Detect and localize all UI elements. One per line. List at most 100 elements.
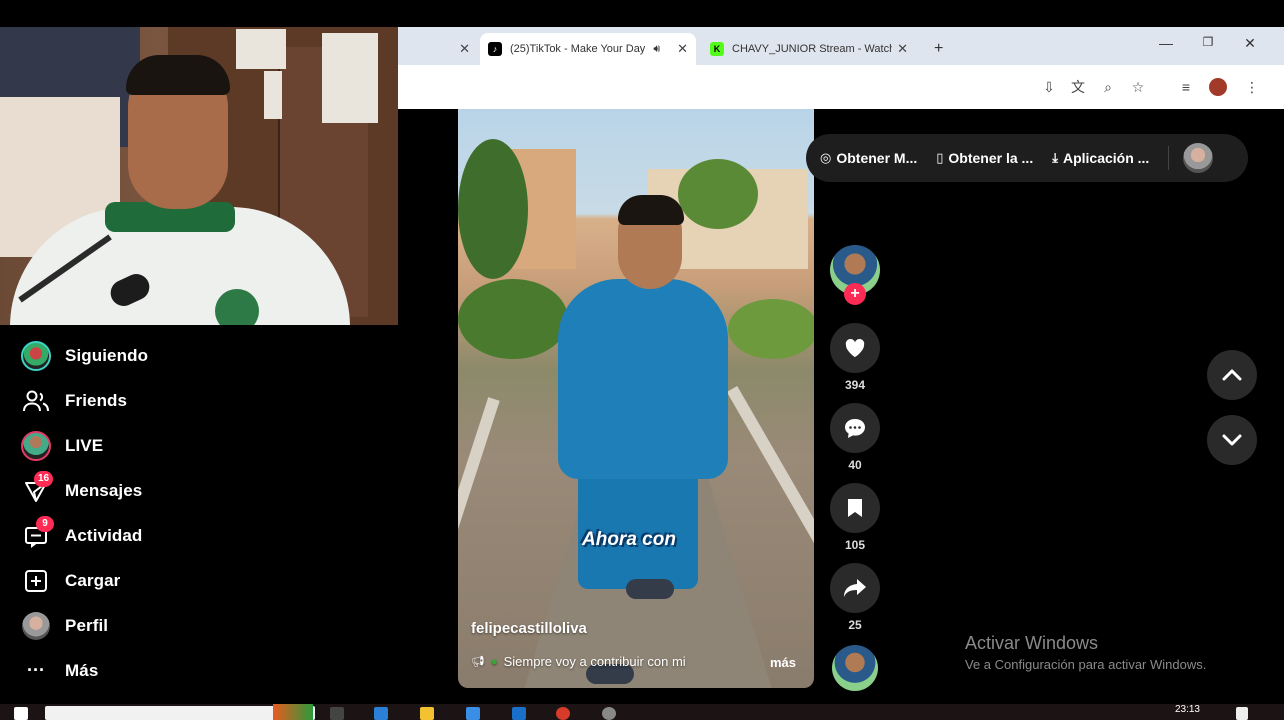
store-icon[interactable] [466, 707, 480, 720]
video-description-text: Siempre voy a contribuir con mi [503, 654, 686, 669]
close-window-icon[interactable]: ✕ [1238, 35, 1262, 52]
close-icon[interactable]: ✕ [897, 41, 908, 57]
sidebar-item-live[interactable]: LIVE [18, 423, 318, 468]
windows-start-icon[interactable] [14, 707, 28, 720]
chevron-down-icon [1222, 434, 1242, 446]
video-caption: Ahora con [582, 529, 676, 550]
profile-avatar-icon [18, 608, 54, 644]
zoom-icon[interactable]: ⌕ [1098, 77, 1118, 97]
follow-plus-icon[interactable]: + [844, 283, 866, 305]
wall-paper [322, 33, 378, 123]
person-hair [618, 195, 684, 225]
more-button[interactable]: más [770, 655, 796, 670]
streamer-hair [126, 55, 230, 95]
sidebar-item-label: Más [65, 660, 99, 680]
tab-strip: ✕ ♪ (25)TikTok - Make Your Day 🔊︎ ✕ K CH… [398, 27, 1284, 65]
translate-icon[interactable]: 文 [1068, 77, 1088, 97]
profile-avatar-icon[interactable] [1208, 77, 1228, 97]
tab-tiktok[interactable]: ♪ (25)TikTok - Make Your Day 🔊︎ ✕ [480, 33, 696, 65]
video-player[interactable]: Ahora con felipecastilloliva 📢︎ ● Siempr… [458, 109, 814, 688]
activity-badge: 9 [36, 515, 54, 532]
video-author[interactable]: felipecastilloliva [471, 620, 587, 637]
coin-icon: ◎ [820, 150, 832, 165]
user-avatar[interactable] [1183, 143, 1214, 173]
save-button[interactable] [830, 483, 880, 533]
bookmark-icon [848, 499, 862, 517]
get-app-button[interactable]: ▯ Obtener la ... [936, 150, 1033, 166]
sidebar-item-messages[interactable]: 16 Mensajes [18, 468, 318, 513]
sidebar-item-following[interactable]: Siguiendo [18, 333, 318, 378]
sidebar-item-label: Perfil [65, 615, 109, 635]
like-count: 394 [844, 378, 866, 392]
sidebar-item-more[interactable]: ··· Más [18, 648, 318, 693]
webcam-overlay [0, 27, 398, 325]
divider [1168, 146, 1170, 170]
sidebar-item-upload[interactable]: Cargar [18, 558, 318, 603]
obs-icon[interactable] [602, 707, 616, 720]
sidebar-nav: Siguiendo Friends LIVE 16 Mensajes 9 Act… [18, 333, 318, 693]
following-avatar-icon [18, 338, 54, 374]
sidebar-item-activity[interactable]: 9 Actividad [18, 513, 318, 558]
wall-paper [236, 29, 286, 69]
like-button[interactable] [830, 323, 880, 373]
get-app-label: Obtener la ... [948, 150, 1034, 166]
close-icon[interactable]: ✕ [677, 41, 688, 57]
sidebar-item-friends[interactable]: Friends [18, 378, 318, 423]
creator-avatar[interactable]: + [830, 245, 880, 305]
bushes [458, 279, 568, 359]
friends-icon [18, 383, 54, 419]
new-tab-button[interactable]: + [926, 33, 950, 65]
get-coins-button[interactable]: ◎ Obtener M... [820, 150, 917, 166]
task-view-icon[interactable] [330, 707, 344, 720]
activity-icon: 9 [18, 515, 54, 554]
previous-video-button[interactable] [1207, 350, 1257, 400]
media-control-icon[interactable]: ≡ [1176, 77, 1196, 97]
chevron-up-icon [1222, 369, 1242, 381]
person-body [558, 279, 728, 479]
shirt-badge [215, 289, 259, 325]
video-description: 📢︎ ● Siempre voy a contribuir con mi [471, 654, 686, 669]
close-icon[interactable]: ✕ [459, 41, 470, 57]
install-app-icon[interactable]: ⇩ [1039, 77, 1059, 97]
mail-icon[interactable] [512, 707, 526, 720]
tiktok-icon: ♪ [488, 42, 502, 56]
shoe [626, 579, 674, 599]
phone-icon: ▯ [936, 150, 944, 165]
taskbar-search-input[interactable] [45, 704, 315, 720]
tab-kick[interactable]: K CHAVY_JUNIOR Stream - Watch ✕ [702, 33, 916, 65]
live-avatar-icon [18, 428, 54, 464]
action-column: + 394 40 105 25 [830, 245, 880, 691]
chrome-icon[interactable] [556, 707, 570, 720]
search-highlight-icon [273, 704, 313, 720]
save-count: 105 [844, 538, 866, 552]
minimize-icon[interactable]: — [1154, 35, 1178, 51]
tab-previous[interactable]: ✕ [398, 33, 478, 65]
download-icon: ⤓ [1052, 150, 1058, 165]
notifications-icon[interactable] [1236, 707, 1248, 720]
sidebar-item-label: Friends [65, 390, 128, 410]
sidebar-item-label: Siguiendo [65, 345, 149, 365]
menu-dots-icon[interactable]: ⋮ [1242, 77, 1262, 97]
comment-icon [845, 419, 865, 438]
megaphone-icon: 📢︎ [471, 656, 485, 668]
top-actions-bar: ◎ Obtener M... ▯ Obtener la ... ⤓ Aplica… [806, 134, 1248, 182]
kick-icon: K [710, 42, 724, 56]
bookmark-star-icon[interactable]: ☆ [1128, 77, 1148, 97]
share-arrow-icon [844, 579, 866, 597]
next-video-button[interactable] [1207, 415, 1257, 465]
file-explorer-icon[interactable] [420, 707, 434, 720]
speaker-icon[interactable]: 🔊︎ [653, 43, 660, 56]
music-disc-avatar[interactable] [832, 645, 878, 691]
more-icon: ··· [27, 660, 45, 680]
share-button[interactable] [830, 563, 880, 613]
watermark-title: Activar Windows [965, 633, 1099, 653]
download-app-button[interactable]: ⤓ Aplicación ... [1052, 150, 1149, 166]
sidebar-item-profile[interactable]: Perfil [18, 603, 318, 648]
browser-toolbar: ⇩ 文 ⌕ ☆ ≡ ⋮ [398, 65, 1284, 109]
comment-button[interactable] [830, 403, 880, 453]
comment-count: 40 [848, 458, 862, 472]
wall-paper [264, 71, 282, 119]
restore-icon[interactable]: ❐ [1196, 35, 1220, 49]
edge-icon[interactable] [374, 707, 388, 720]
share-count: 25 [848, 618, 862, 632]
